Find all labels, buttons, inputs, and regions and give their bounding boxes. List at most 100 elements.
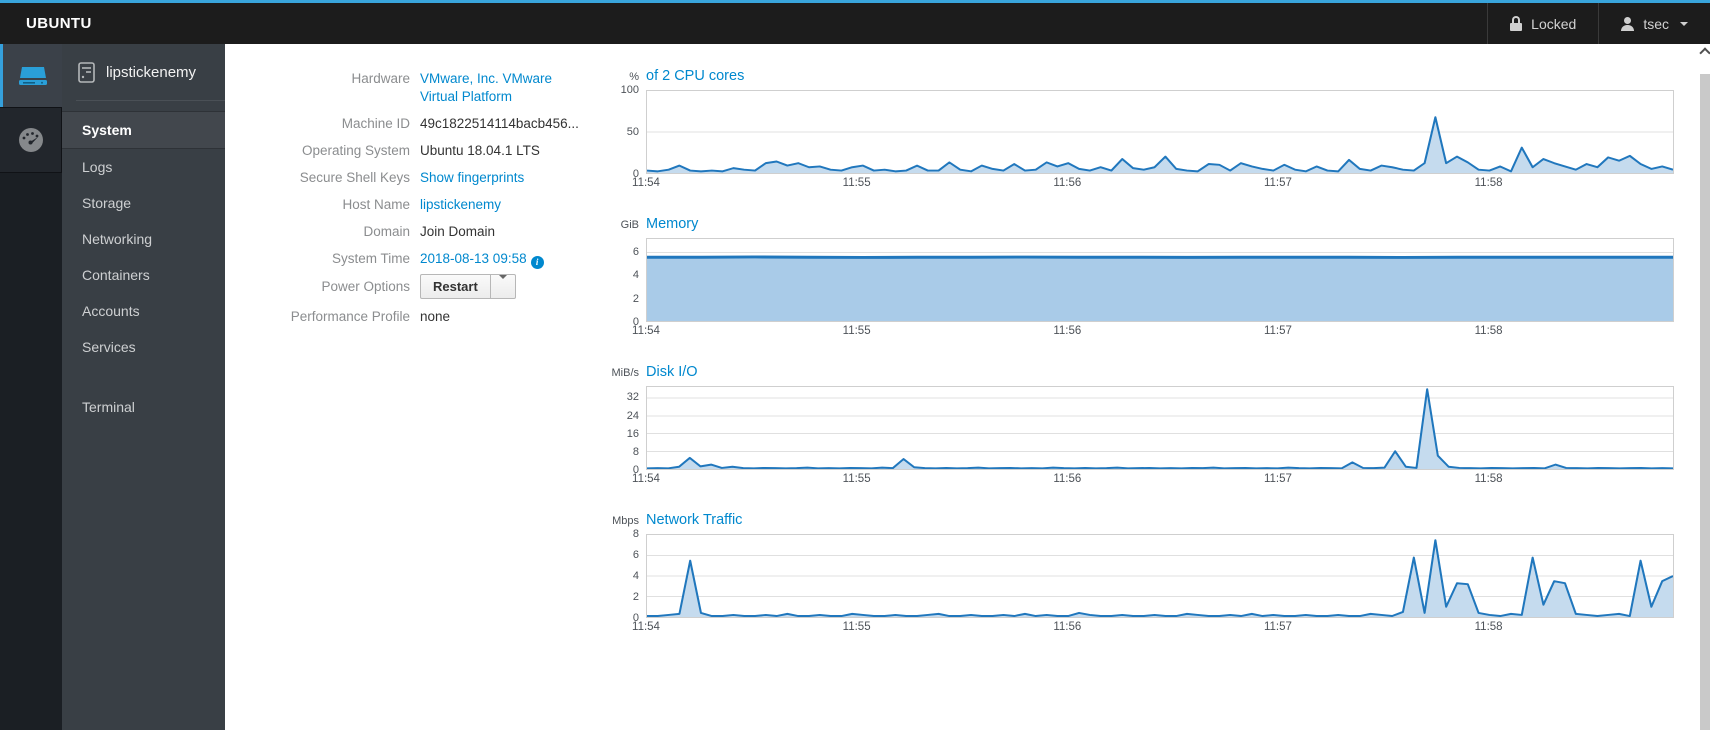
restart-dropdown-button[interactable] xyxy=(490,274,516,299)
info-label-power-options: Power Options xyxy=(321,279,410,294)
sidebar-item-accounts[interactable]: Accounts xyxy=(62,293,225,329)
brand-title: UBUNTU xyxy=(26,15,92,32)
system-info-panel: Hardware VMware, Inc. VMware Virtual Plat… xyxy=(265,68,600,730)
y-tick-label: 2 xyxy=(632,591,639,603)
x-tick-label: 11:54 xyxy=(632,473,660,485)
system-page: Hardware VMware, Inc. VMware Virtual Plat… xyxy=(225,44,1710,730)
x-tick-label: 11:56 xyxy=(1053,621,1082,633)
memory-x-axis: 11:54 11:55 11:56 11:57 11:58 xyxy=(632,322,1674,338)
cpu-title-link[interactable]: of 2 CPU cores xyxy=(646,68,744,84)
machine-server-button[interactable] xyxy=(0,44,62,107)
network-traffic-chart: Mbps Network Traffic 0 2 4 6 8 11:54 11:55 11:56 1… xyxy=(600,512,1674,634)
y-tick-label: 4 xyxy=(632,269,639,281)
info-row-hardware: Hardware VMware, Inc. VMware Virtual Plat… xyxy=(265,70,600,106)
user-name: tsec xyxy=(1643,15,1669,32)
x-tick-label: 11:54 xyxy=(632,325,660,337)
info-label-system-time: System Time xyxy=(331,251,410,266)
memory-plot-area xyxy=(646,238,1674,322)
network-traffic-x-axis: 11:54 11:55 11:56 11:57 11:58 xyxy=(632,618,1674,634)
locked-label: Locked xyxy=(1531,15,1577,32)
charts-panel: % of 2 CPU cores 0 50 100 11:54 11:55 11:56 11:5… xyxy=(600,68,1674,730)
primary-nav: System Logs Storage Networking Containers Acc… xyxy=(62,111,225,365)
sidebar-item-services[interactable]: Services xyxy=(62,329,225,365)
y-tick-label: 6 xyxy=(632,549,639,561)
cpu-unit-label: % xyxy=(629,71,639,83)
x-tick-label: 11:55 xyxy=(842,473,871,485)
locked-indicator[interactable]: Locked xyxy=(1487,3,1598,44)
sidebar-item-logs[interactable]: Logs xyxy=(62,149,225,185)
x-tick-label: 11:58 xyxy=(1474,177,1503,189)
user-menu[interactable]: tsec xyxy=(1598,3,1710,44)
sidebar-item-system[interactable]: System xyxy=(62,111,225,149)
disk-io-chart: MiB/s Disk I/O 0 8 16 24 32 11:54 11:55 11:56 11:5… xyxy=(600,364,1674,486)
secondary-nav: Terminal xyxy=(62,389,225,425)
sidebar: lipstickenemy System Logs Storage Networkin… xyxy=(62,44,225,730)
scroll-up-arrow[interactable] xyxy=(1700,49,1710,63)
info-row-machine-id: Machine ID 49c1822514114bacb456... xyxy=(265,115,600,133)
performance-profile-value: none xyxy=(420,309,451,324)
machine-icon-strip xyxy=(0,44,62,730)
info-row-secure-shell-keys: Secure Shell Keys Show fingerprints xyxy=(265,169,600,187)
dashboard-button[interactable] xyxy=(0,107,62,173)
y-tick-label: 8 xyxy=(632,528,639,540)
network-traffic-unit-label: Mbps xyxy=(612,515,639,527)
x-tick-label: 11:56 xyxy=(1053,325,1082,337)
y-tick-label: 50 xyxy=(626,126,639,138)
x-tick-label: 11:58 xyxy=(1474,325,1503,337)
sidebar-item-terminal[interactable]: Terminal xyxy=(62,389,225,425)
sidebar-item-containers[interactable]: Containers xyxy=(62,257,225,293)
cpu-y-axis: 0 50 100 xyxy=(600,84,646,190)
info-label-hardware: Hardware xyxy=(351,71,410,86)
network-traffic-title-link[interactable]: Network Traffic xyxy=(646,512,742,528)
info-row-system-time: System Time 2018-08-13 09:58 i xyxy=(265,250,600,269)
domain-value: Join Domain xyxy=(420,224,496,239)
x-tick-label: 11:58 xyxy=(1474,473,1503,485)
host-name-link[interactable]: lipstickenemy xyxy=(420,197,501,212)
hardware-link[interactable]: VMware, Inc. VMware Virtual Platform xyxy=(420,71,552,104)
info-icon[interactable]: i xyxy=(530,256,544,269)
system-time-link[interactable]: 2018-08-13 09:58 xyxy=(420,251,527,266)
x-tick-label: 11:56 xyxy=(1053,177,1082,189)
cpu-x-axis: 11:54 11:55 11:56 11:57 11:58 xyxy=(632,174,1674,190)
operating-system-value: Ubuntu 18.04.1 LTS xyxy=(420,143,540,158)
secure-shell-keys-link[interactable]: Show fingerprints xyxy=(420,170,524,185)
x-tick-label: 11:57 xyxy=(1263,621,1292,633)
sidebar-item-networking[interactable]: Networking xyxy=(62,221,225,257)
memory-unit-label: GiB xyxy=(620,219,639,231)
vertical-scrollbar[interactable] xyxy=(1700,44,1710,730)
disk-io-title-link[interactable]: Disk I/O xyxy=(646,364,698,380)
disk-io-y-axis: 0 8 16 24 32 xyxy=(600,386,646,486)
x-tick-label: 11:57 xyxy=(1263,473,1292,485)
restart-button[interactable]: Restart xyxy=(420,274,491,299)
top-navigation-bar: UBUNTU Locked tsec xyxy=(0,0,1710,44)
y-tick-label: 100 xyxy=(620,84,639,96)
info-label-host-name: Host Name xyxy=(342,197,410,212)
info-label-secure-shell-keys: Secure Shell Keys xyxy=(299,170,410,185)
disk-io-plot-area xyxy=(646,386,1674,470)
cpu-chart: % of 2 CPU cores 0 50 100 11:54 11:55 11:56 11:5… xyxy=(600,68,1674,190)
y-tick-label: 6 xyxy=(632,246,639,258)
disk-io-x-axis: 11:54 11:55 11:56 11:57 11:58 xyxy=(632,470,1674,486)
y-tick-label: 16 xyxy=(626,428,639,440)
x-tick-label: 11:57 xyxy=(1263,325,1292,337)
info-row-domain: Domain Join Domain xyxy=(265,223,600,241)
host-header: lipstickenemy xyxy=(62,44,225,100)
info-label-domain: Domain xyxy=(363,224,410,239)
menu-separator xyxy=(76,100,225,101)
memory-title-link[interactable]: Memory xyxy=(646,216,698,232)
info-label-performance-profile: Performance Profile xyxy=(290,309,410,324)
chevron-down-icon xyxy=(498,275,507,294)
sidebar-item-storage[interactable]: Storage xyxy=(62,185,225,221)
scrollbar-thumb[interactable] xyxy=(1700,74,1710,730)
x-tick-label: 11:57 xyxy=(1263,177,1292,189)
x-tick-label: 11:55 xyxy=(842,325,871,337)
x-tick-label: 11:55 xyxy=(842,177,871,189)
info-row-host-name: Host Name lipstickenemy xyxy=(265,196,600,214)
lock-icon xyxy=(1510,16,1523,31)
x-tick-label: 11:58 xyxy=(1474,621,1503,633)
user-icon xyxy=(1621,16,1635,31)
host-server-icon xyxy=(78,61,95,83)
info-row-performance-profile: Performance Profile none xyxy=(265,308,600,326)
y-tick-label: 4 xyxy=(632,570,639,582)
info-label-operating-system: Operating System xyxy=(301,143,410,158)
